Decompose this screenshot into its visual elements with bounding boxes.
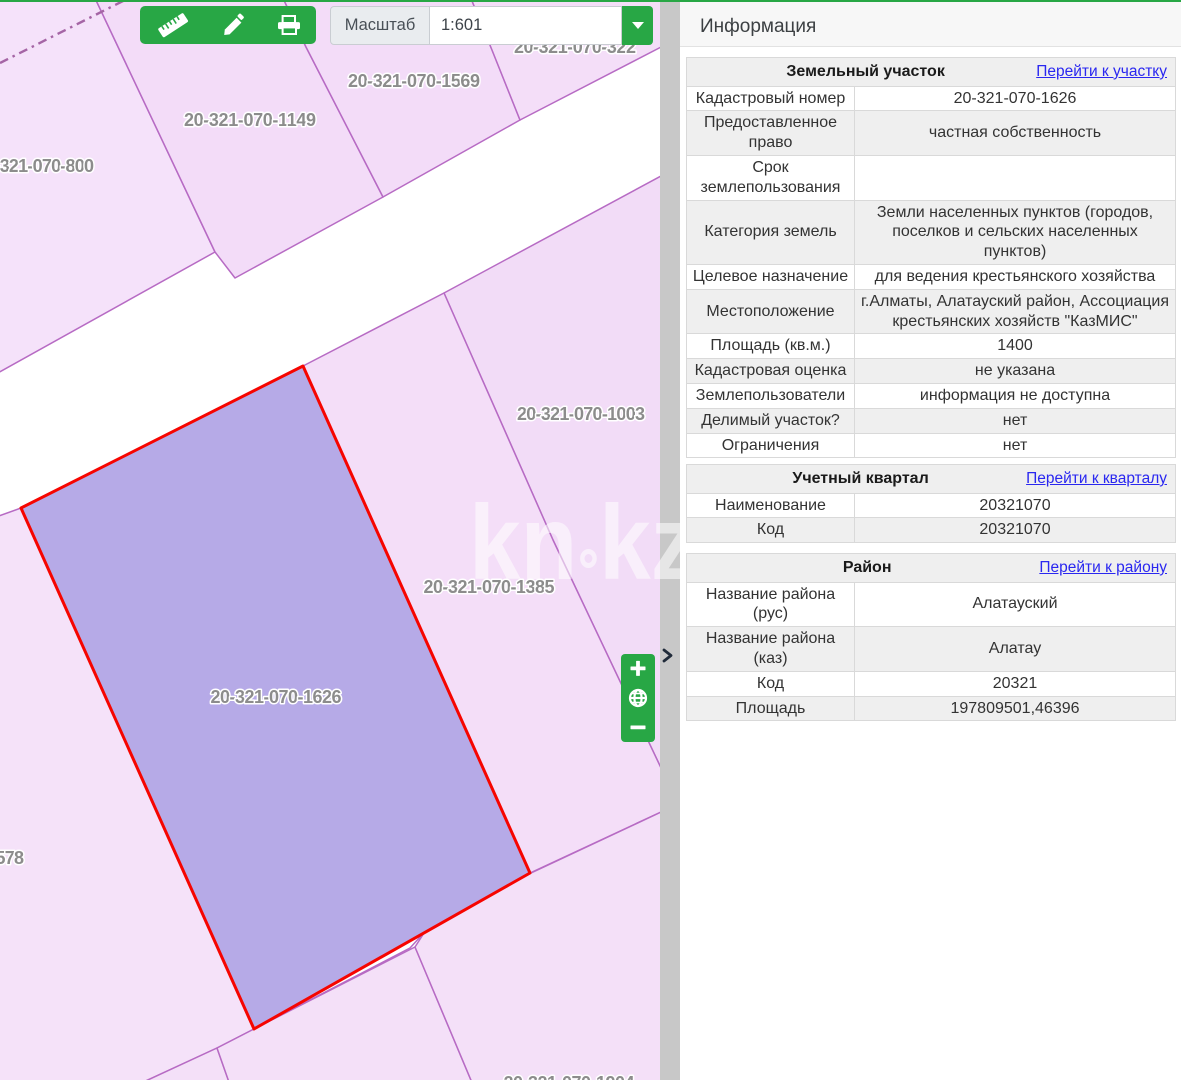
svg-text:20-321-070-1149: 20-321-070-1149: [184, 110, 316, 130]
svg-text:20-321-070-800: 20-321-070-800: [0, 156, 94, 176]
svg-text:20-321-070-1569: 20-321-070-1569: [348, 71, 480, 91]
svg-text:20-321-070-1626: 20-321-070-1626: [211, 687, 342, 707]
svg-text:20-321-070-578: 20-321-070-578: [0, 848, 24, 868]
svg-text:20-321-070-1904: 20-321-070-1904: [504, 1073, 635, 1080]
svg-text:20-321-070-1003: 20-321-070-1003: [517, 404, 645, 424]
